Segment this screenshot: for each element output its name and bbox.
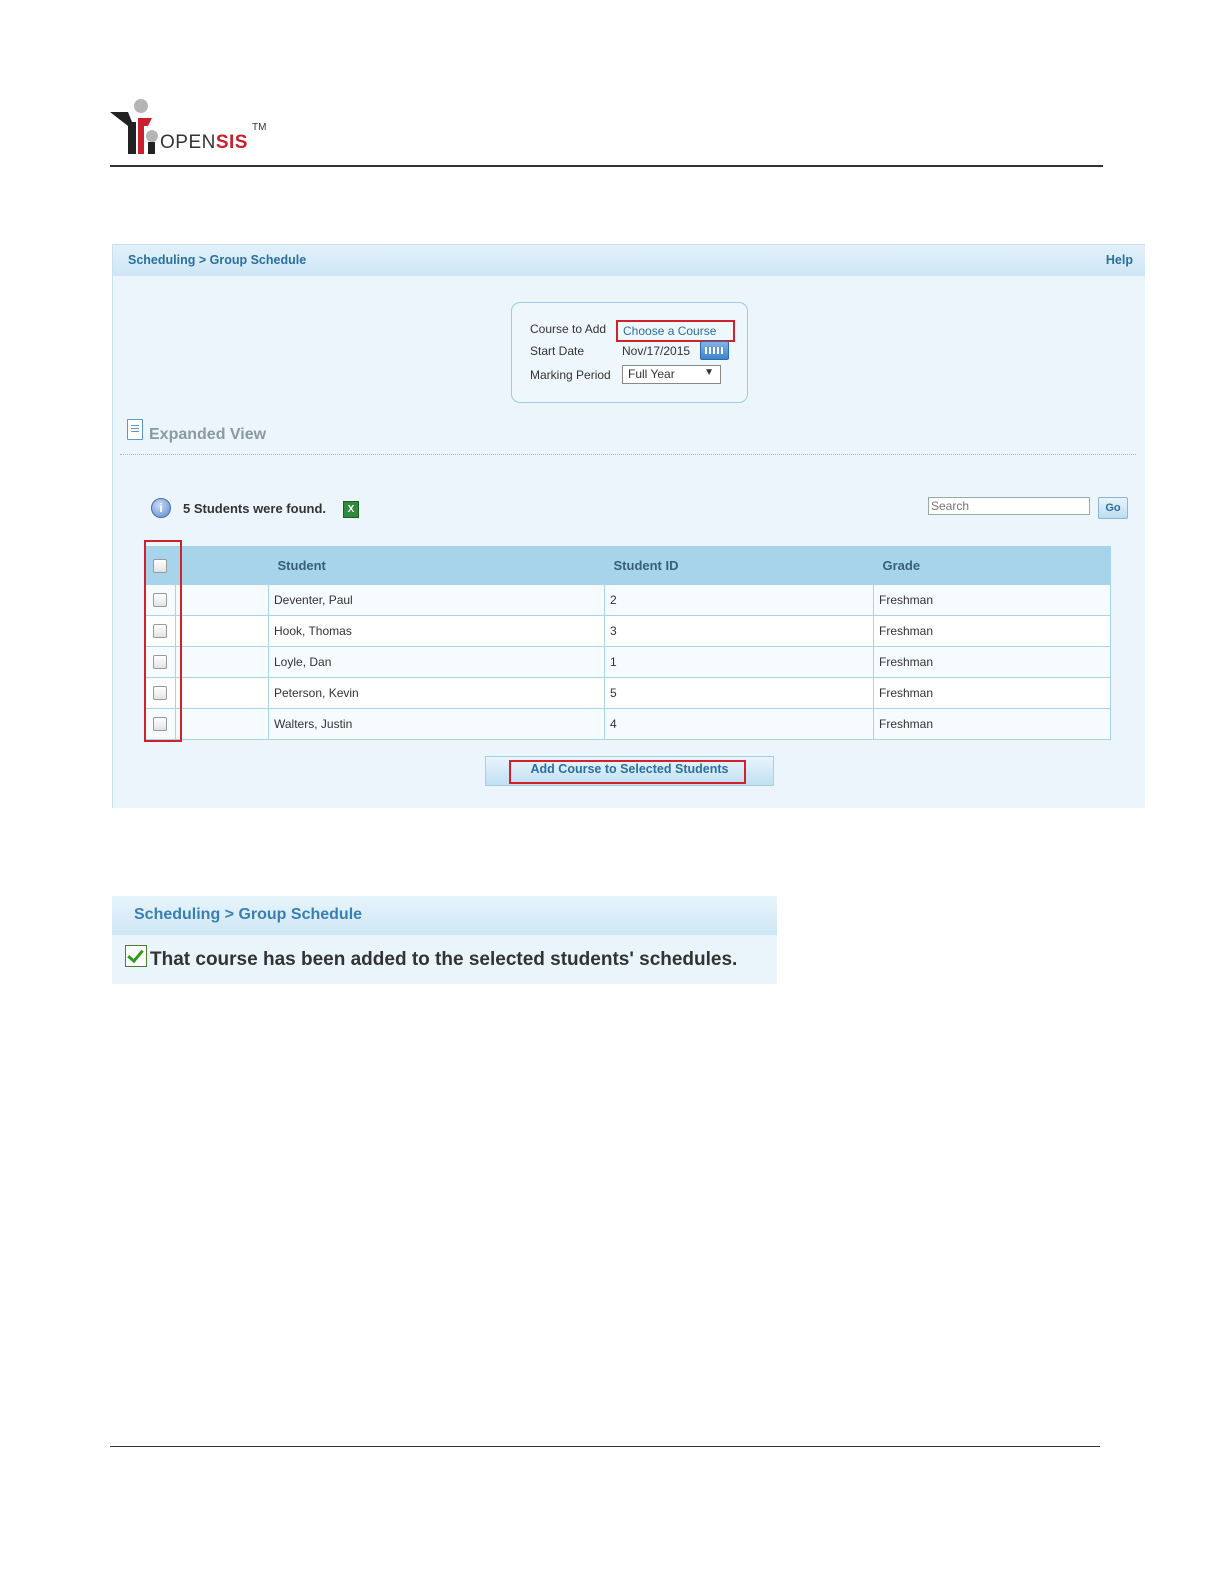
table-row: Deventer, Paul 2 Freshman <box>144 584 1111 616</box>
table-row: Loyle, Dan 1 Freshman <box>144 646 1111 678</box>
choose-course-highlight: Choose a Course <box>616 320 735 342</box>
cell-student-id: 4 <box>604 708 874 740</box>
logo-trademark: TM <box>252 122 267 133</box>
logo-wordmark: OPENSIS <box>160 132 248 153</box>
marking-period-select[interactable]: Full Year ▼ <box>622 365 721 384</box>
table-row: Hook, Thomas 3 Freshman <box>144 615 1111 647</box>
success-message: That course has been added to the select… <box>150 949 738 970</box>
results-count: 5 Students were found. <box>183 501 327 516</box>
search-input[interactable] <box>928 497 1090 515</box>
divider <box>120 454 1136 455</box>
add-course-label: Add Course to Selected Students <box>530 762 729 776</box>
header-spacer <box>175 546 269 585</box>
row-spacer <box>175 646 269 678</box>
row-spacer <box>175 708 269 740</box>
table-row: Peterson, Kevin 5 Freshman <box>144 677 1111 709</box>
choose-course-link[interactable]: Choose a Course <box>623 324 716 338</box>
cell-student: Walters, Justin <box>268 708 605 740</box>
row-spacer <box>175 677 269 709</box>
course-to-add-label: Course to Add <box>530 322 607 336</box>
cell-student-id: 2 <box>604 584 874 616</box>
students-table: Student Student ID Grade Deventer, Paul … <box>144 546 1111 740</box>
logo-figure-icon <box>110 99 158 154</box>
cell-student: Deventer, Paul <box>268 584 605 616</box>
cell-grade: Freshman <box>873 708 1111 740</box>
info-icon: i <box>151 498 171 518</box>
add-course-button[interactable]: Add Course to Selected Students <box>485 756 774 786</box>
cell-student-id: 5 <box>604 677 874 709</box>
cell-grade: Freshman <box>873 646 1111 678</box>
row-spacer <box>175 615 269 647</box>
group-schedule-panel: Scheduling > Group Schedule Help Course … <box>112 244 1145 808</box>
row-spacer <box>175 584 269 616</box>
go-button[interactable]: Go <box>1098 497 1128 519</box>
help-link[interactable]: Help <box>1106 253 1133 267</box>
cell-grade: Freshman <box>873 584 1111 616</box>
cell-student: Hook, Thomas <box>268 615 605 647</box>
header-rule <box>110 165 1103 167</box>
document-icon[interactable] <box>127 419 143 440</box>
excel-export-icon[interactable]: X <box>343 501 359 518</box>
marking-period-label: Marking Period <box>530 368 611 382</box>
check-icon <box>125 945 147 967</box>
cell-student: Peterson, Kevin <box>268 677 605 709</box>
start-date-value[interactable]: Nov/17/2015 <box>622 344 690 358</box>
start-date-label: Start Date <box>530 344 585 358</box>
confirmation-header: Scheduling > Group Schedule <box>112 896 777 935</box>
confirmation-panel: Scheduling > Group Schedule That course … <box>112 896 777 984</box>
cell-grade: Freshman <box>873 615 1111 647</box>
dropdown-arrow-icon: ▼ <box>704 367 714 378</box>
table-row: Walters, Justin 4 Freshman <box>144 708 1111 740</box>
expanded-view-link[interactable]: Expanded View <box>149 426 266 444</box>
confirmation-breadcrumb: Scheduling > Group Schedule <box>134 906 363 923</box>
marking-period-value: Full Year <box>628 367 675 381</box>
panel-header: Scheduling > Group Schedule Help <box>113 245 1145 276</box>
checkbox-column-highlight <box>144 540 182 742</box>
header-grade[interactable]: Grade <box>873 546 1111 585</box>
calendar-icon[interactable] <box>700 341 729 360</box>
course-form: Course to Add Choose a Course Start Date… <box>511 302 748 403</box>
cell-student: Loyle, Dan <box>268 646 605 678</box>
cell-grade: Freshman <box>873 677 1111 709</box>
cell-student-id: 1 <box>604 646 874 678</box>
opensis-logo: OPENSIS TM <box>108 96 278 158</box>
header-student-id[interactable]: Student ID <box>604 546 874 585</box>
cell-student-id: 3 <box>604 615 874 647</box>
breadcrumb: Scheduling > Group Schedule <box>128 253 307 267</box>
header-student[interactable]: Student <box>268 546 605 585</box>
footer-rule <box>110 1446 1100 1447</box>
table-header-row: Student Student ID Grade <box>144 546 1111 585</box>
